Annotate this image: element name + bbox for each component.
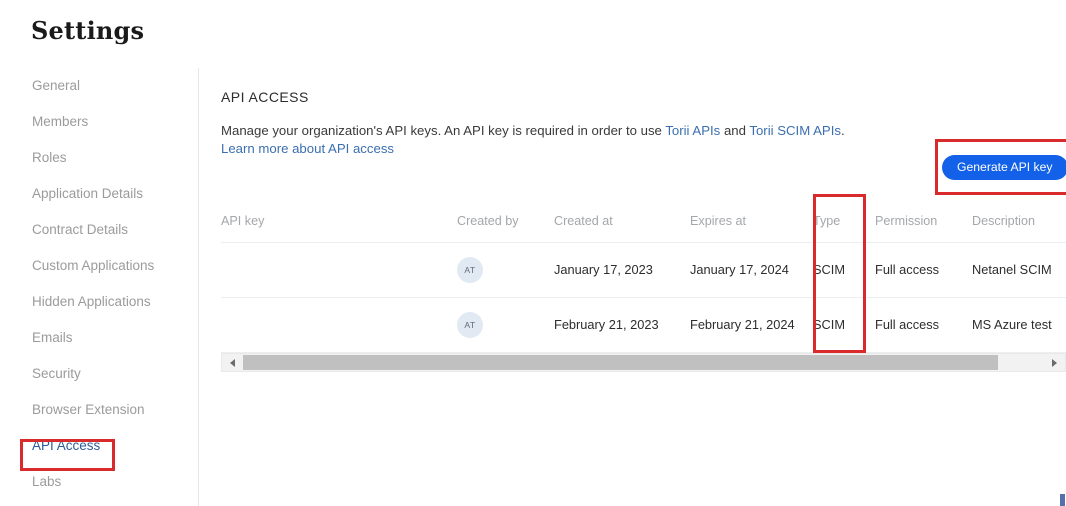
api-keys-table: API key Created by Created at Expires at… — [221, 201, 1066, 353]
sidebar-item-contract-details[interactable]: Contract Details — [0, 212, 198, 248]
sidebar-item-custom-applications[interactable]: Custom Applications — [0, 248, 198, 284]
sidebar-item-label: Browser Extension — [32, 402, 145, 417]
cell-type: SCIM — [813, 242, 875, 297]
cell-api-key — [221, 297, 457, 352]
cell-created-at: January 17, 2023 — [554, 242, 690, 297]
learn-more-api-access-link[interactable]: Learn more about API access — [221, 140, 394, 158]
avatar: AT — [457, 312, 483, 338]
sidebar-divider — [198, 68, 199, 506]
table-body: AT January 17, 2023 January 17, 2024 SCI… — [221, 242, 1066, 352]
sidebar-item-members[interactable]: Members — [0, 104, 198, 140]
cell-description: Netanel SCIM — [972, 242, 1066, 297]
sidebar-item-labs[interactable]: Labs — [0, 464, 198, 500]
column-header-created-at[interactable]: Created at — [554, 201, 690, 242]
cell-permission: Full access — [875, 297, 972, 352]
table-header: API key Created by Created at Expires at… — [221, 201, 1066, 242]
sidebar-item-general[interactable]: General — [0, 68, 198, 104]
cell-created-by: AT — [457, 297, 554, 352]
sidebar-item-emails[interactable]: Emails — [0, 320, 198, 356]
scrollbar-track[interactable] — [243, 354, 1044, 371]
cell-created-at: February 21, 2023 — [554, 297, 690, 352]
table-row[interactable]: AT February 21, 2023 February 21, 2024 S… — [221, 297, 1066, 352]
description-text-part-2: and — [720, 123, 749, 138]
sidebar-item-browser-extension[interactable]: Browser Extension — [0, 392, 198, 428]
settings-page: Settings General Members Roles Applicati… — [0, 0, 1066, 506]
column-header-description[interactable]: Description — [972, 201, 1066, 242]
cell-description: MS Azure test — [972, 297, 1066, 352]
table-row[interactable]: AT January 17, 2023 January 17, 2024 SCI… — [221, 242, 1066, 297]
column-header-created-by[interactable]: Created by — [457, 201, 554, 242]
description-text-part-1: Manage your organization's API keys. An … — [221, 123, 665, 138]
section-title: API ACCESS — [221, 89, 309, 105]
chevron-left-icon — [230, 359, 235, 367]
generate-api-key-button[interactable]: Generate API key — [942, 155, 1066, 180]
description-text-part-3: . — [841, 123, 845, 138]
column-header-api-key[interactable]: API key — [221, 201, 457, 242]
api-keys-table-container: API key Created by Created at Expires at… — [221, 201, 1066, 353]
cell-api-key — [221, 242, 457, 297]
sidebar-item-label: Emails — [32, 330, 73, 345]
torii-scim-apis-link[interactable]: Torii SCIM APIs — [749, 123, 841, 138]
cell-expires-at: January 17, 2024 — [690, 242, 813, 297]
sidebar-item-roles[interactable]: Roles — [0, 140, 198, 176]
sidebar-item-hidden-applications[interactable]: Hidden Applications — [0, 284, 198, 320]
sidebar-item-label: Security — [32, 366, 81, 381]
cell-permission: Full access — [875, 242, 972, 297]
api-access-panel: API ACCESS Manage your organization's AP… — [221, 68, 1066, 506]
sidebar-item-security[interactable]: Security — [0, 356, 198, 392]
sidebar-item-label: Members — [32, 114, 88, 129]
sidebar-item-label: API Access — [32, 438, 100, 453]
corner-accent-mark — [1060, 494, 1065, 506]
page-title: Settings — [31, 16, 144, 45]
sidebar-item-label: Application Details — [32, 186, 143, 201]
sidebar-item-label: Contract Details — [32, 222, 128, 237]
cell-created-by: AT — [457, 242, 554, 297]
scroll-right-button[interactable] — [1044, 354, 1065, 371]
torii-apis-link[interactable]: Torii APIs — [665, 123, 720, 138]
table-header-row: API key Created by Created at Expires at… — [221, 201, 1066, 242]
sidebar-item-label: Roles — [32, 150, 67, 165]
column-header-expires-at[interactable]: Expires at — [690, 201, 813, 242]
section-description: Manage your organization's API keys. An … — [221, 122, 1061, 157]
chevron-right-icon — [1052, 359, 1057, 367]
sidebar-item-api-access[interactable]: API Access — [0, 428, 198, 464]
scrollbar-thumb[interactable] — [243, 355, 998, 370]
sidebar-item-label: Labs — [32, 474, 61, 489]
sidebar-item-application-details[interactable]: Application Details — [0, 176, 198, 212]
cell-type: SCIM — [813, 297, 875, 352]
sidebar-item-label: Hidden Applications — [32, 294, 151, 309]
settings-sidebar: General Members Roles Application Detail… — [0, 68, 198, 506]
avatar: AT — [457, 257, 483, 283]
sidebar-item-label: Custom Applications — [32, 258, 154, 273]
sidebar-item-label: General — [32, 78, 80, 93]
scroll-left-button[interactable] — [222, 354, 243, 371]
horizontal-scrollbar[interactable] — [221, 353, 1066, 372]
column-header-type[interactable]: Type — [813, 201, 875, 242]
column-header-permission[interactable]: Permission — [875, 201, 972, 242]
cell-expires-at: February 21, 2024 — [690, 297, 813, 352]
